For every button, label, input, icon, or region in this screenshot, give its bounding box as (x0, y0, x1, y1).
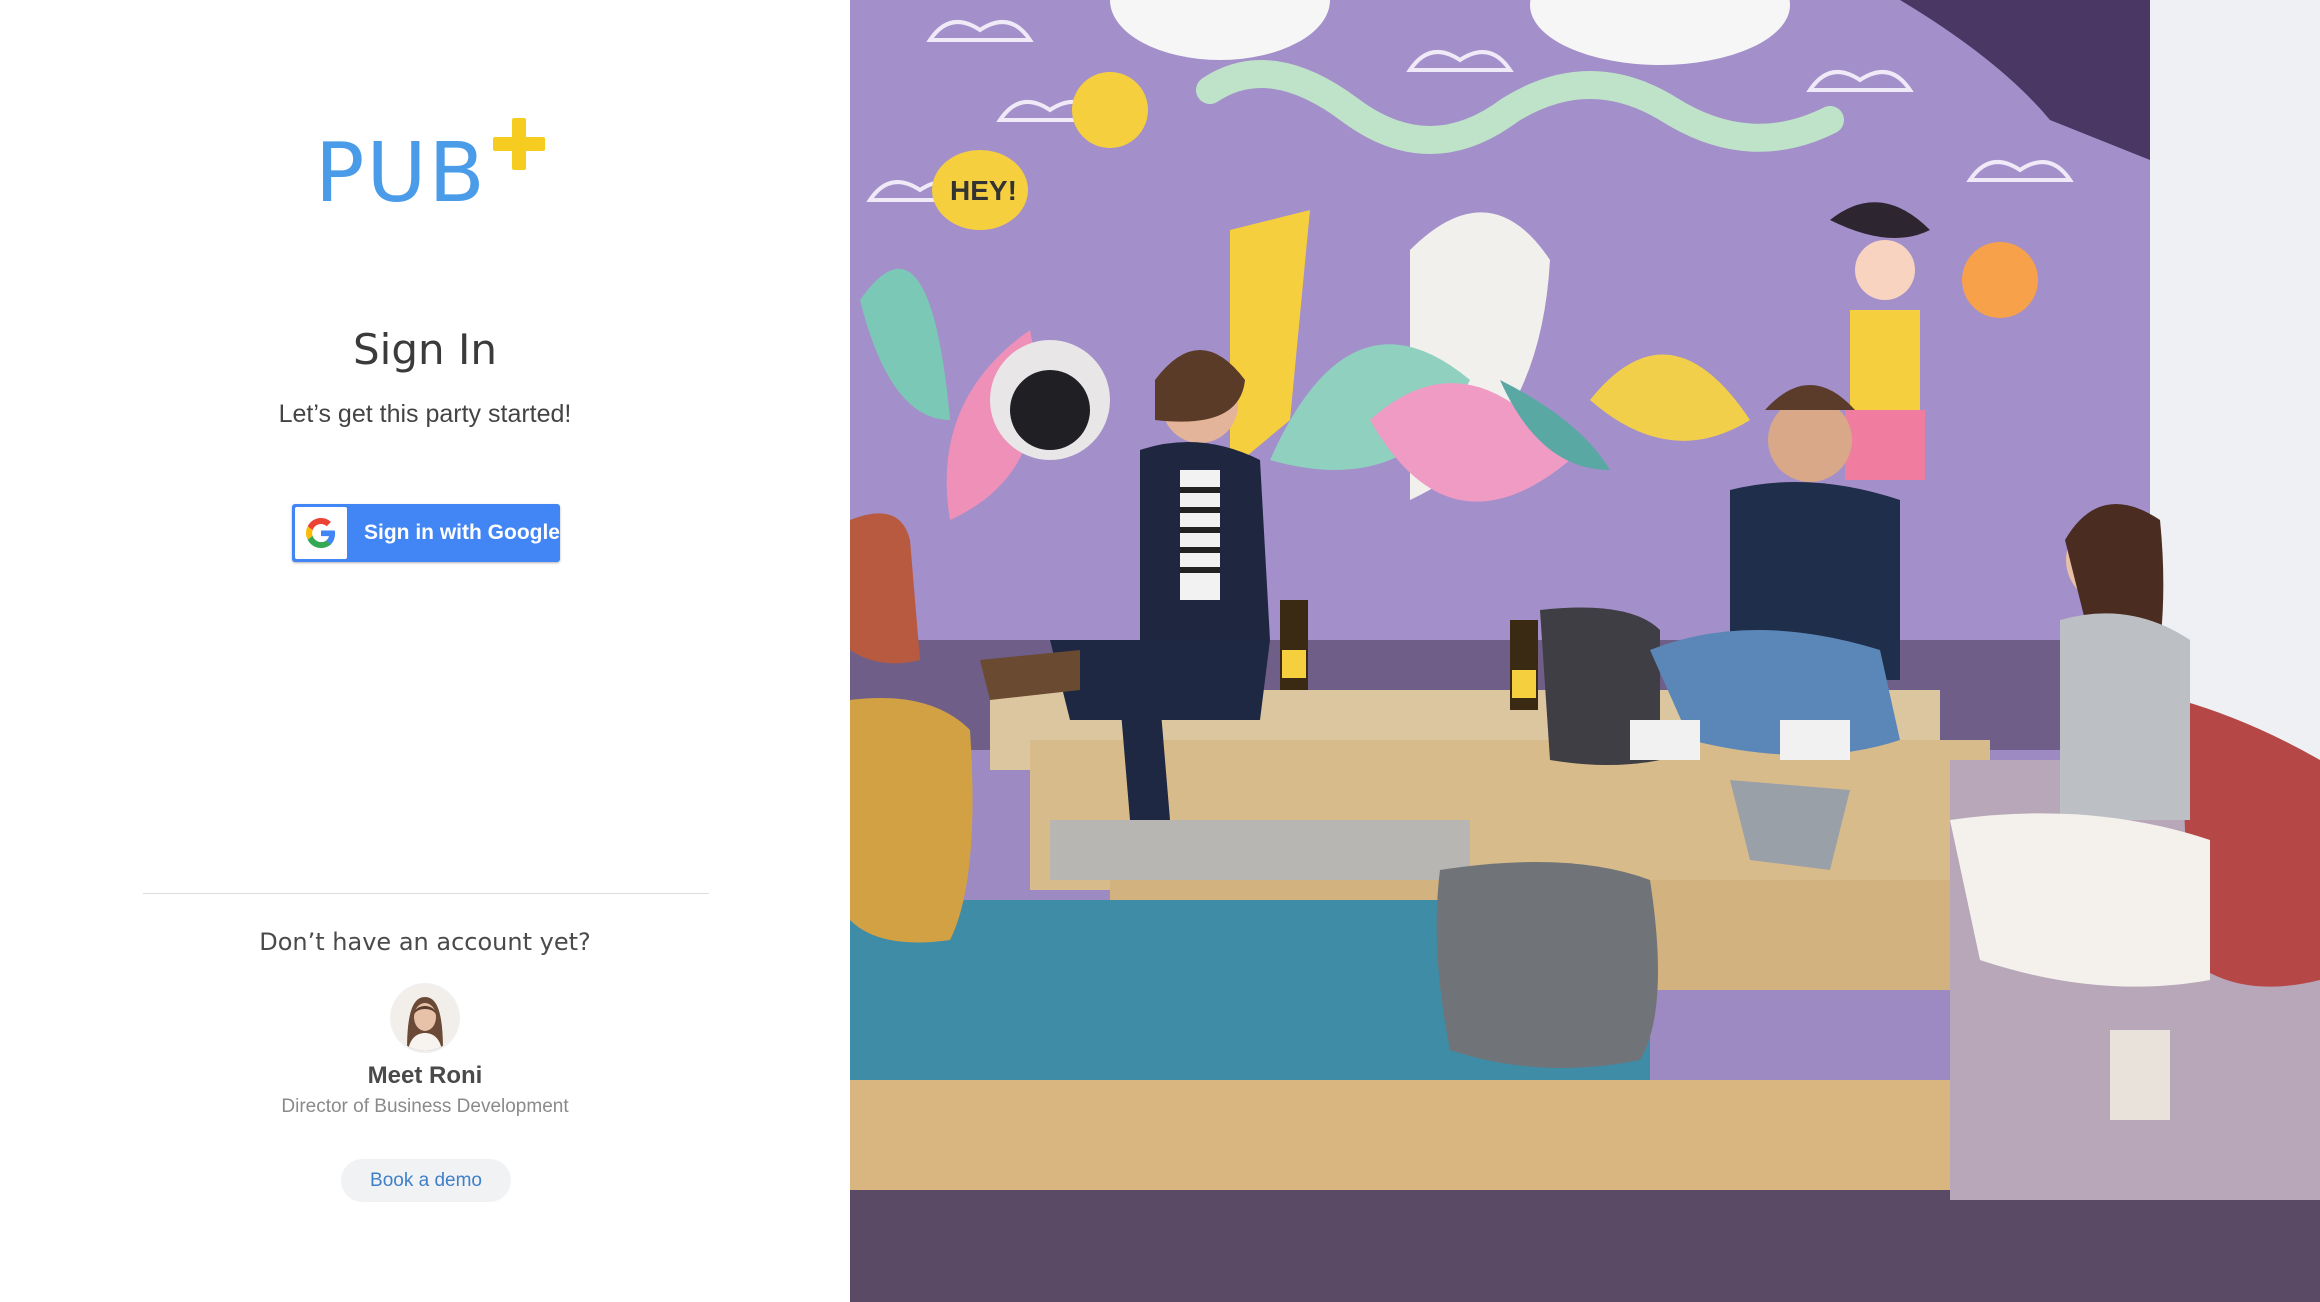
page-subtitle: Let’s get this party started! (278, 400, 572, 428)
office-lounge-mural-photo: HEY! (850, 0, 2320, 1302)
page-title: Sign In (353, 325, 497, 374)
logo-text: PUB (315, 126, 487, 221)
google-g-icon (295, 507, 347, 559)
google-signin-label: Sign in with Google (364, 521, 560, 544)
logo-plus-icon (493, 118, 545, 170)
contact-name: Meet Roni (367, 1062, 483, 1089)
svg-text:HEY!: HEY! (950, 175, 1017, 206)
book-demo-button[interactable]: Book a demo (341, 1159, 511, 1202)
divider (143, 893, 709, 894)
google-signin-button[interactable]: Sign in with Google (292, 504, 560, 562)
pub-logo: PUB (315, 118, 545, 224)
hero-image: HEY! (850, 0, 2320, 1302)
no-account-prompt: Don’t have an account yet? (259, 928, 591, 956)
contact-role: Director of Business Development (281, 1096, 569, 1117)
avatar (392, 985, 458, 1051)
signin-panel: PUB Sign In Let’s get this party started… (0, 0, 850, 1302)
